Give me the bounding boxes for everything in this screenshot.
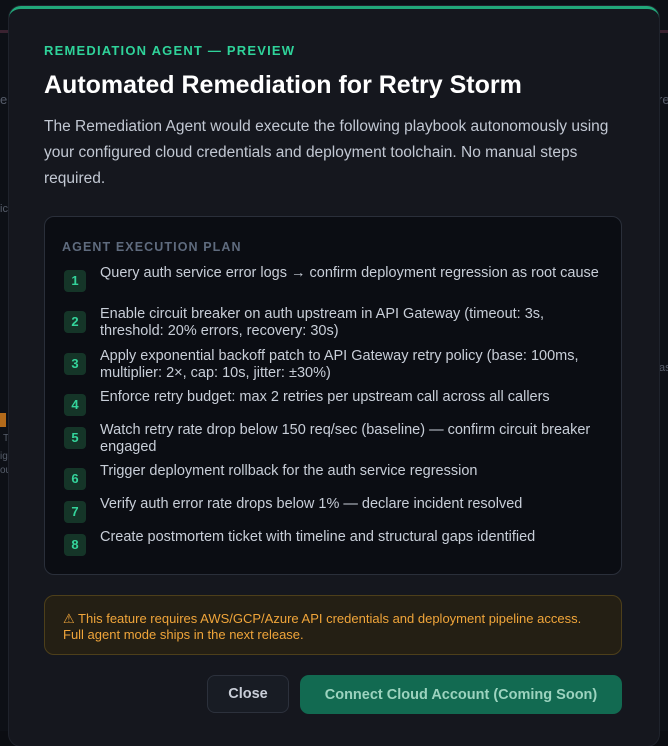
step-text: Trigger deployment rollback for the auth… <box>100 463 478 479</box>
background-text-fragment: re <box>658 92 668 107</box>
step-number-badge: 2 <box>64 311 86 333</box>
connect-cloud-account-button[interactable]: Connect Cloud Account (Coming Soon) <box>300 675 622 714</box>
background-text-fragment: ic <box>0 203 8 215</box>
execution-plan-title: AGENT EXECUTION PLAN <box>62 240 242 254</box>
step-text: Enforce retry budget: max 2 retries per … <box>100 389 550 405</box>
step-number-badge: 4 <box>64 394 86 416</box>
step-text: Verify auth error rate drops below 1% — … <box>100 496 523 512</box>
step-text: Watch retry rate drop below 150 req/sec … <box>100 422 591 455</box>
step-text: Enable circuit breaker on auth upstream … <box>100 306 545 339</box>
modal-title: Automated Remediation for Retry Storm <box>44 71 522 99</box>
remediation-modal: REMEDIATION AGENT — PREVIEW Automated Re… <box>9 6 659 746</box>
modal-description: The Remediation Agent would execute the … <box>44 118 609 187</box>
step-text: Create postmortem ticket with timeline a… <box>100 529 536 545</box>
step-number-badge: 5 <box>64 427 86 449</box>
step-text: Query auth service error logs → confirm … <box>100 265 599 281</box>
modal-eyebrow: REMEDIATION AGENT — PREVIEW <box>44 43 296 58</box>
step-number-badge: 3 <box>64 353 86 375</box>
credentials-warning: ⚠ This feature requires AWS/GCP/Azure AP… <box>44 595 622 655</box>
step-number-badge: 6 <box>64 468 86 490</box>
close-button[interactable]: Close <box>207 675 289 713</box>
step-number-badge: 1 <box>64 270 86 292</box>
step-number-badge: 8 <box>64 534 86 556</box>
step-text: Apply exponential backoff patch to API G… <box>100 348 579 381</box>
background-text-fragment: ig <box>0 451 8 462</box>
background-status-marker <box>0 413 6 427</box>
execution-plan: AGENT EXECUTION PLAN 1 Query auth servic… <box>44 216 622 575</box>
step-number-badge: 7 <box>64 501 86 523</box>
background-text-fragment: as <box>659 362 668 374</box>
